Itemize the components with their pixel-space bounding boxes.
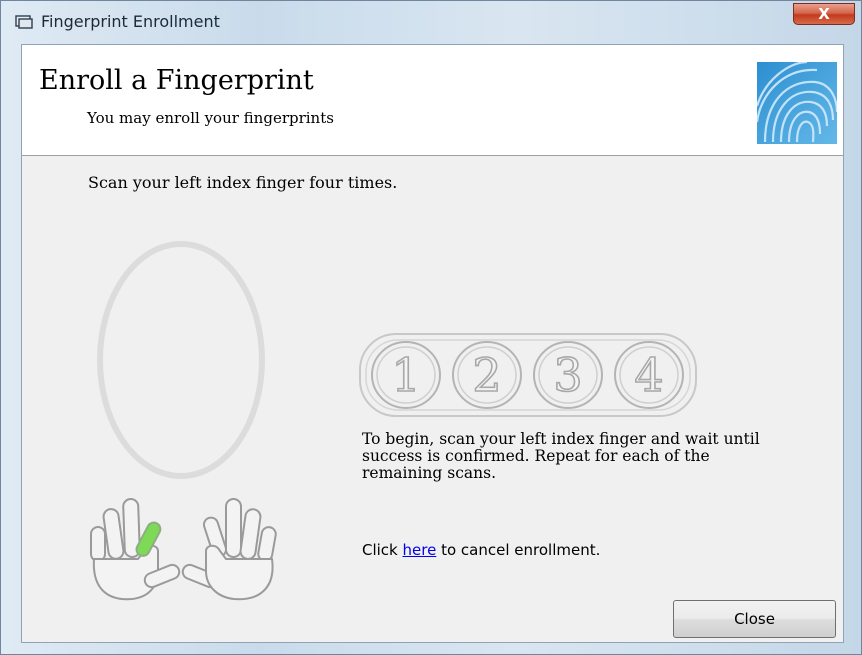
- close-icon: X: [818, 5, 830, 23]
- enrollment-window: Fingerprint Enrollment X Enroll a Finger…: [0, 0, 862, 655]
- dialog-body: Enroll a Fingerprint You may enroll your…: [21, 44, 844, 643]
- window-close-button[interactable]: X: [793, 3, 855, 25]
- step-number-4: 4: [634, 348, 663, 402]
- finger-scan-area: [97, 241, 265, 479]
- right-pinky: [257, 526, 277, 562]
- instruction-text: Scan your left index finger four times.: [88, 173, 398, 192]
- title-bar[interactable]: Fingerprint Enrollment X: [1, 1, 861, 41]
- scan-progress: 1234: [359, 333, 697, 417]
- window-title: Fingerprint Enrollment: [41, 12, 220, 31]
- app-icon: [15, 15, 33, 29]
- fingerprint-icon: [757, 62, 837, 144]
- page-title: Enroll a Fingerprint: [39, 65, 314, 96]
- cancel-line: Click here to cancel enrollment.: [362, 541, 600, 559]
- right-middle: [225, 498, 242, 558]
- cancel-prefix: Click: [362, 541, 403, 559]
- step-number-1: 1: [391, 348, 420, 402]
- hands-illustration: [90, 497, 277, 601]
- close-button[interactable]: Close: [673, 600, 836, 638]
- header-banner: Enroll a Fingerprint You may enroll your…: [22, 45, 843, 156]
- left-pinky: [90, 526, 106, 562]
- step-number-3: 3: [553, 348, 582, 402]
- step-number-2: 2: [472, 348, 501, 402]
- cancel-link[interactable]: here: [403, 541, 437, 559]
- help-text: To begin, scan your left index finger an…: [362, 430, 760, 482]
- page-subtitle: You may enroll your fingerprints: [87, 109, 334, 127]
- cancel-suffix: to cancel enrollment.: [436, 541, 601, 559]
